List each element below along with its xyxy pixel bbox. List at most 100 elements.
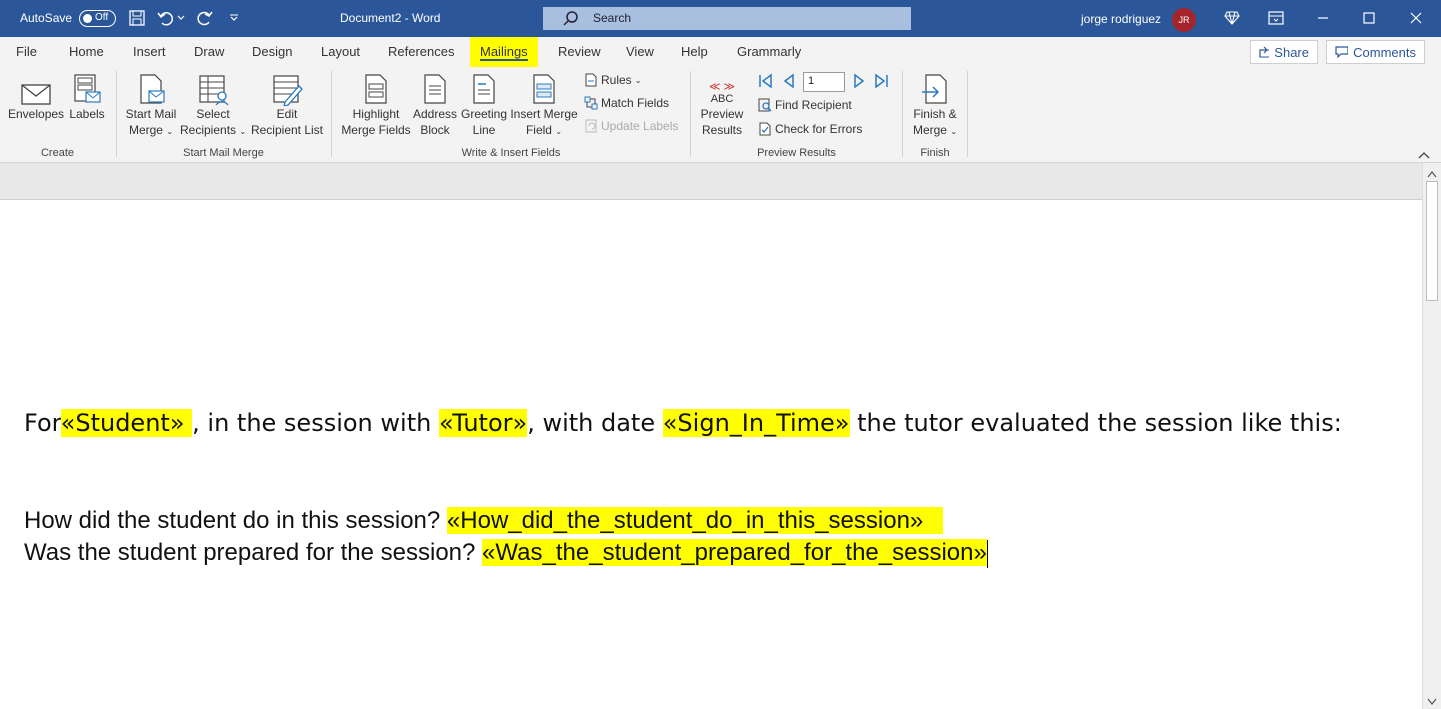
record-number-input[interactable]: 1 [803,72,845,92]
undo-dropdown-icon[interactable] [176,8,186,28]
tab-view[interactable]: View [626,44,654,59]
match-fields-button[interactable]: Match Fields [584,96,669,110]
previous-record-button[interactable] [781,73,797,89]
autosave-toggle[interactable]: Off [79,10,116,27]
tab-references[interactable]: References [388,44,454,59]
close-icon[interactable] [1405,8,1427,28]
envelopes-label: Envelopes [8,107,65,121]
insert-merge-field-line2-wrap: Field ⌄ [508,122,580,140]
start-mail-merge-line2-wrap: Merge ⌄ [122,122,180,140]
tab-mailings[interactable]: Mailings [470,37,538,67]
start-mail-merge-line1: Start Mail [125,107,177,121]
group-separator [690,71,691,157]
greeting-line-line2: Line [472,123,496,137]
merge-field-tutor[interactable]: «Tutor» [438,409,528,437]
edit-recipient-list-button[interactable]: Edit Recipient List [250,72,324,138]
envelopes-button[interactable]: Envelopes [8,72,64,122]
undo-icon[interactable] [156,8,176,28]
finish-merge-line2-wrap: Merge ⌄ [908,122,962,140]
preview-results-line2: Results [701,123,742,137]
highlight-merge-fields-line2: Merge Fields [341,123,411,137]
scroll-down-icon[interactable] [1427,695,1437,705]
document-page[interactable] [2,200,1422,709]
greeting-line-button[interactable]: Greeting Line [460,72,508,138]
collapse-ribbon-icon[interactable] [1418,149,1430,159]
select-recipients-button[interactable]: Select Recipients ⌄ [180,72,246,140]
tab-help[interactable]: Help [681,44,708,59]
scroll-thumb[interactable] [1426,181,1438,301]
tab-file[interactable]: File [16,44,37,59]
group-separator [331,71,332,157]
merge-field-how-did-student-do[interactable]: «How_did_the_student_do_in_this_session» [446,507,944,534]
edit-recipient-list-line2: Recipient List [250,123,324,137]
document-paragraph-2[interactable]: How did the student do in this session? … [24,505,1344,569]
customize-toolbar-icon[interactable] [224,8,244,28]
document-paragraph-1[interactable]: For«Student» , in the session with «Tuto… [24,402,1344,444]
diamond-icon[interactable] [1221,8,1243,28]
check-for-errors-icon [759,122,771,136]
match-fields-icon [584,96,598,110]
first-record-icon [759,73,772,89]
finish-merge-button[interactable]: Finish & Merge ⌄ [908,72,962,140]
user-name[interactable]: jorge rodriguez [1081,12,1161,26]
last-record-button[interactable] [874,73,890,89]
envelope-icon [8,72,64,106]
finish-merge-icon [908,72,962,106]
chevron-down-icon: ⌄ [239,127,247,136]
group-label-start-mail-merge: Start Mail Merge [183,147,264,159]
rules-button[interactable]: Rules ⌄ [584,73,641,87]
save-icon[interactable] [127,8,147,28]
insert-merge-field-button[interactable]: Insert Merge Field ⌄ [508,72,580,140]
search-box[interactable]: Search [543,7,911,30]
comments-button[interactable]: Comments [1326,40,1425,64]
tab-review[interactable]: Review [558,44,601,59]
text-run: , with date [527,409,663,437]
chevron-down-icon: ⌄ [555,127,563,136]
merge-field-sign-in-time[interactable]: «Sign_In_Time» [662,409,850,437]
preview-results-button[interactable]: ≪ ≫ ABC Preview Results [697,72,747,138]
next-record-icon [854,73,865,89]
highlight-merge-fields-line1: Highlight [352,107,400,121]
scroll-up-icon[interactable] [1427,167,1437,178]
ribbon-display-options-icon[interactable] [1265,8,1287,28]
address-block-line1: Address [412,107,458,121]
redo-icon[interactable] [195,8,215,28]
vertical-scrollbar[interactable] [1422,163,1441,709]
group-separator [116,71,117,157]
toggle-knob [83,14,92,23]
start-mail-merge-icon [122,72,180,106]
select-recipients-icon [180,72,246,106]
share-button[interactable]: Share [1250,40,1318,64]
tab-grammarly[interactable]: Grammarly [737,44,801,59]
active-tab-underline [480,59,528,61]
select-recipients-line2: Recipients [180,123,237,137]
next-record-button[interactable] [851,73,867,89]
ribbon-tabs: File Home Insert Draw Design Layout Refe… [0,37,1441,67]
rules-label: Rules [601,73,632,87]
maximize-icon[interactable] [1358,8,1380,28]
labels-button[interactable]: Labels [67,72,107,122]
update-labels-button[interactable]: Update Labels [584,119,678,133]
avatar[interactable]: JR [1172,8,1196,32]
tab-draw[interactable]: Draw [194,44,224,59]
merge-field-student-prepared[interactable]: «Was_the_student_prepared_for_the_sessio… [482,539,987,566]
share-icon [1259,46,1270,58]
search-icon [563,10,579,29]
find-recipient-button[interactable]: Find Recipient [758,98,852,112]
tab-insert[interactable]: Insert [133,44,166,59]
merge-field-student[interactable]: «Student» [60,409,193,437]
tab-layout[interactable]: Layout [321,44,360,59]
tab-design[interactable]: Design [252,44,292,59]
check-for-errors-button[interactable]: Check for Errors [758,122,862,136]
first-record-button[interactable] [757,73,773,89]
address-block-icon [412,72,458,106]
highlight-merge-fields-button[interactable]: Highlight Merge Fields [340,72,412,138]
labels-label: Labels [69,107,105,121]
preview-results-line1: Preview [700,107,744,121]
minimize-icon[interactable] [1312,8,1334,28]
address-block-button[interactable]: Address Block [412,72,458,138]
start-mail-merge-button[interactable]: Start Mail Merge ⌄ [122,72,180,140]
tab-home[interactable]: Home [69,44,104,59]
find-recipient-label: Find Recipient [775,98,852,112]
tab-mailings-label: Mailings [480,44,528,59]
